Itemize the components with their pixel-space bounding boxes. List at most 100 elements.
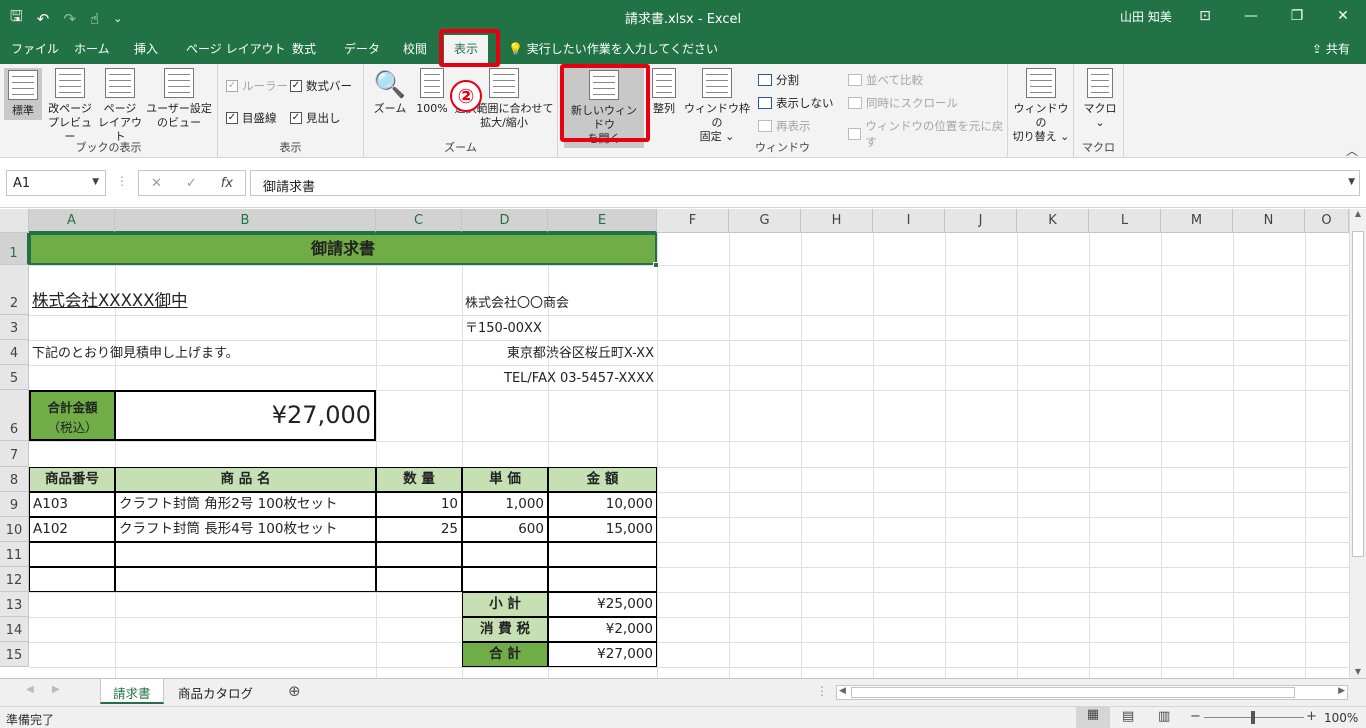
scroll-up-icon[interactable]: ▲: [1350, 209, 1366, 218]
row-header-8[interactable]: 8: [0, 467, 29, 492]
vertical-scroll-thumb[interactable]: [1352, 231, 1364, 557]
expand-formula-bar-icon[interactable]: ▼: [1348, 177, 1355, 187]
table-row-4-code[interactable]: [29, 567, 115, 592]
tab-review[interactable]: 校閲: [403, 40, 427, 57]
row-header-3[interactable]: 3: [0, 315, 29, 340]
synchronous-scrolling-button[interactable]: 同時にスクロール: [848, 95, 958, 111]
tab-view[interactable]: 表示: [444, 35, 489, 64]
table-row-2-code[interactable]: A102: [29, 517, 115, 542]
formula-bar-resize-handle[interactable]: ⋮: [116, 174, 128, 188]
collapse-ribbon-icon[interactable]: ︿: [1346, 142, 1358, 159]
arrange-all-button[interactable]: 整列: [648, 68, 680, 116]
column-header-D[interactable]: D: [462, 209, 548, 233]
subtotal-value[interactable]: ¥25,000: [548, 592, 657, 617]
scroll-right-icon[interactable]: ▶: [1338, 686, 1345, 696]
tab-split-handle[interactable]: ⋮: [816, 684, 828, 698]
column-header-A[interactable]: A: [29, 209, 115, 233]
table-row-1-code[interactable]: A103: [29, 492, 115, 517]
zoom-in-icon[interactable]: +: [1306, 709, 1317, 724]
formula-input[interactable]: 御請求書 ▼: [250, 170, 1360, 196]
header-quantity[interactable]: 数 量: [376, 467, 462, 492]
column-header-O[interactable]: O: [1305, 209, 1349, 233]
restore-icon[interactable]: ❐: [1274, 0, 1320, 32]
tab-page-layout[interactable]: ページ レイアウト: [186, 40, 286, 57]
enter-icon[interactable]: ✓: [186, 176, 197, 191]
row-header-10[interactable]: 10: [0, 517, 29, 542]
table-row-1-amount[interactable]: 10,000: [548, 492, 657, 517]
customize-qat-icon[interactable]: ⌄: [113, 12, 122, 25]
table-row-4-name[interactable]: [115, 567, 376, 592]
row-header-12[interactable]: 12: [0, 567, 29, 592]
touch-mode-icon[interactable]: ☝: [90, 10, 99, 28]
unhide-button[interactable]: 再表示: [758, 118, 811, 134]
subtotal-label[interactable]: 小 計: [462, 592, 548, 617]
table-row-2-amount[interactable]: 15,000: [548, 517, 657, 542]
row-header-13[interactable]: 13: [0, 592, 29, 617]
hide-button[interactable]: 表示しない: [758, 95, 834, 111]
cell-A4-greeting[interactable]: 下記のとおり御見積申し上げます。: [29, 340, 369, 365]
scroll-sheets-left-icon[interactable]: ◀: [26, 684, 34, 695]
page-break-status-icon[interactable]: ▥: [1158, 709, 1170, 724]
zoom-out-icon[interactable]: −: [1190, 709, 1201, 724]
table-row-3-price[interactable]: [462, 542, 548, 567]
row-header-5[interactable]: 5: [0, 365, 29, 390]
table-row-3-code[interactable]: [29, 542, 115, 567]
cell-D2-company[interactable]: 株式会社〇〇商会: [462, 265, 657, 315]
scroll-sheets-right-icon[interactable]: ▶: [52, 684, 60, 695]
table-row-4-price[interactable]: [462, 567, 548, 592]
column-header-L[interactable]: L: [1089, 209, 1161, 233]
page-layout-view-button[interactable]: ページ レイアウト: [96, 68, 144, 144]
table-row-3-amount[interactable]: [548, 542, 657, 567]
page-layout-status-icon[interactable]: ▤: [1122, 709, 1134, 724]
normal-view-status-icon[interactable]: ▦: [1076, 707, 1110, 728]
minimize-icon[interactable]: —: [1228, 0, 1274, 32]
column-header-B[interactable]: B: [115, 209, 376, 233]
select-all-corner[interactable]: [0, 209, 29, 233]
cell-D4-address[interactable]: 東京都渋谷区桜丘町X-XX: [462, 340, 657, 365]
new-sheet-icon[interactable]: ⊕: [288, 682, 301, 700]
cell-A1-title[interactable]: 御請求書: [29, 233, 657, 265]
cell-A2-client[interactable]: 株式会社XXXXX御中: [29, 265, 369, 315]
share-button[interactable]: ⇪ 共有: [1312, 40, 1350, 57]
grand-total-value[interactable]: ¥27,000: [548, 642, 657, 667]
tax-label[interactable]: 消 費 税: [462, 617, 548, 642]
column-header-K[interactable]: K: [1017, 209, 1089, 233]
table-row-3-qty[interactable]: [376, 542, 462, 567]
column-header-N[interactable]: N: [1233, 209, 1305, 233]
row-header-1[interactable]: 1: [0, 233, 29, 265]
save-icon[interactable]: 🖫: [10, 6, 23, 31]
row-header-9[interactable]: 9: [0, 492, 29, 517]
column-header-E[interactable]: E: [548, 209, 657, 233]
row-header-4[interactable]: 4: [0, 340, 29, 365]
close-icon[interactable]: ✕: [1320, 0, 1366, 32]
freeze-panes-button[interactable]: ウィンドウ枠の 固定 ⌄: [682, 68, 752, 144]
zoom-level[interactable]: 100%: [1324, 711, 1358, 725]
header-item-name[interactable]: 商 品 名: [115, 467, 376, 492]
spreadsheet-grid[interactable]: ABCDEFGHIJKLMNO 1 2 3 4 5 6 7 8 9 10 11 12 13 14 15 御請…: [0, 209, 1366, 678]
column-header-F[interactable]: F: [657, 209, 729, 233]
tab-formulas[interactable]: 数式: [292, 40, 316, 57]
column-header-M[interactable]: M: [1161, 209, 1233, 233]
tab-file[interactable]: ファイル: [11, 40, 59, 57]
user-name[interactable]: 山田 知美: [1120, 8, 1172, 25]
grand-total-label[interactable]: 合 計: [462, 642, 548, 667]
switch-windows-button[interactable]: ウィンドウの 切り替え ⌄: [1010, 68, 1072, 144]
zoom-slider-thumb[interactable]: [1251, 711, 1255, 724]
horizontal-scroll-thumb[interactable]: [851, 687, 1295, 698]
scroll-left-icon[interactable]: ◀: [839, 686, 846, 696]
column-header-H[interactable]: H: [801, 209, 873, 233]
view-side-by-side-button[interactable]: 並べて比較: [848, 72, 923, 88]
custom-views-button[interactable]: ユーザー設定 のビュー: [144, 68, 214, 130]
row-header-2[interactable]: 2: [0, 265, 29, 315]
table-row-1-price[interactable]: 1,000: [462, 492, 548, 517]
table-row-4-qty[interactable]: [376, 567, 462, 592]
vertical-scrollbar[interactable]: ▲ ▼: [1349, 209, 1366, 678]
new-window-button[interactable]: 新しいウィンドウ を開く: [564, 68, 644, 148]
sheet-tab-invoice[interactable]: 請求書: [100, 679, 164, 704]
formula-bar-checkbox[interactable]: ✓ 数式バー: [290, 78, 352, 94]
insert-function-icon[interactable]: fx: [221, 176, 233, 191]
undo-icon[interactable]: ↶: [37, 10, 50, 28]
ribbon-display-options-icon[interactable]: ⊡: [1182, 0, 1228, 32]
redo-icon[interactable]: ↷: [63, 10, 76, 28]
cell-A6-total-label[interactable]: 合計金額 （税込）: [29, 390, 115, 441]
